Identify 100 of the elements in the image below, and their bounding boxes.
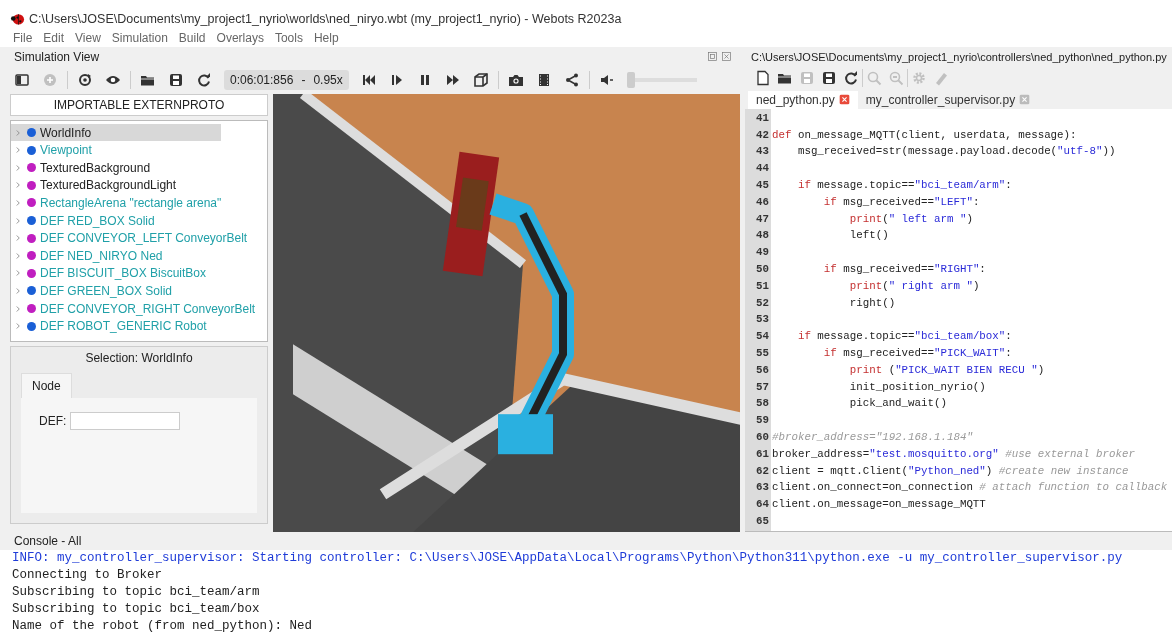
code-line: broker_address="test.mosquitto.org" #use external broker <box>772 446 1135 462</box>
line-number: 48 <box>755 228 770 244</box>
menu-item[interactable]: Help <box>313 31 339 46</box>
tree-item[interactable]: DEF CONVEYOR_RIGHT ConveyorBelt <box>11 299 264 318</box>
line-number: 54 <box>755 329 770 345</box>
tree-item[interactable]: DEF ROBOT_GENERIC Robot <box>11 317 215 335</box>
menu-item[interactable]: Build <box>178 31 206 46</box>
code-line: client = mqtt.Client("Python_ned") #create new instance <box>772 463 1129 479</box>
file-path: C:\Users\JOSE\Documents\my_project1_nyrio\controllers\ned_python\ned_python.py <box>750 49 1168 65</box>
code-line: client.on_connect=on_connection # attach function to callback <box>772 480 1168 496</box>
code-editor[interactable] <box>745 108 1172 532</box>
float-window-icon[interactable] <box>707 51 718 63</box>
console-line: Subscribing to topic bci_team/arm <box>11 584 260 601</box>
tree-item[interactable]: DEF BISCUIT_BOX BiscuitBox <box>11 264 215 283</box>
simulation-time: 0:06:01:856 <box>230 73 294 88</box>
code-line: print(" right arm ") <box>848 278 980 294</box>
line-number: 51 <box>755 278 770 294</box>
line-number: 45 <box>755 177 770 193</box>
tree-item[interactable]: Viewpoint <box>11 141 100 159</box>
console-title: Console - All <box>0 532 1172 550</box>
node-tab[interactable]: Node <box>21 372 72 398</box>
code-line: print ("PICK_WAIT BIEN RECU ") <box>848 362 1045 378</box>
panel-title: Simulation View <box>14 49 100 64</box>
code-line: client.on_message=on_message_MQTT <box>772 497 986 513</box>
line-number: 58 <box>755 396 770 412</box>
new-file-icon[interactable] <box>755 69 771 86</box>
line-number: 41 <box>755 110 770 126</box>
code-line: pick_and_wait() <box>848 396 947 412</box>
console-line: INFO: my_controller_supervisor: Starting controller: C:\Users\JOSE\AppData\Local\Programs\Python\Python311\python.exe -u my_controller_supervisor.py <box>11 550 1123 567</box>
line-number: 59 <box>755 413 770 429</box>
console-line: Subscribing to topic bci_team/box <box>11 601 260 618</box>
save-icon[interactable] <box>821 69 837 86</box>
file-tab[interactable]: ned_python.py <box>748 90 858 109</box>
code-line: if msg_received=="LEFT": <box>822 194 980 210</box>
line-number: 49 <box>755 245 770 261</box>
code-line: if message.topic=="bci_team/box": <box>796 329 1012 345</box>
code-line: #broker_address="192.168.1.184" <box>772 429 973 445</box>
cube-icon[interactable] <box>472 72 489 89</box>
line-number: 55 <box>755 345 770 361</box>
reload-icon[interactable] <box>77 72 93 89</box>
def-input-field[interactable] <box>70 411 181 430</box>
console-line: Connecting to Broker <box>11 567 163 584</box>
code-line: msg_received=str(message.payload.decode("utf-8")) <box>796 144 1116 160</box>
code-line: if msg_received=="PICK_WAIT": <box>822 345 1012 361</box>
robot-scene-drawing[interactable] <box>273 93 740 532</box>
code-line: if msg_received=="RIGHT": <box>822 261 986 277</box>
refresh-icon[interactable] <box>843 69 859 86</box>
line-number: 46 <box>755 194 770 210</box>
menu-item[interactable]: View <box>75 31 101 46</box>
code-line: def on_message_MQTT(client, userdata, message): <box>772 127 1077 143</box>
camera-icon[interactable] <box>507 72 524 89</box>
code-line: left() <box>848 228 889 244</box>
menu-item[interactable]: Edit <box>43 31 65 46</box>
line-number: 61 <box>755 446 770 462</box>
line-number: 57 <box>755 379 770 395</box>
tree-item[interactable]: WorldInfo <box>11 123 221 142</box>
speed-factor: 0.95x <box>313 73 343 88</box>
line-number: 43 <box>755 144 770 160</box>
save-icon[interactable] <box>168 72 184 89</box>
selection-title: Selection: WorldInfo <box>84 349 194 367</box>
line-number: 53 <box>755 312 770 328</box>
tree-item[interactable]: DEF GREEN_BOX Solid <box>11 282 181 300</box>
menu-item[interactable]: Tools <box>274 31 303 46</box>
slider-thumb[interactable] <box>626 72 635 89</box>
code-line: right() <box>848 295 896 311</box>
tree-item[interactable]: DEF CONVEYOR_LEFT ConveyorBelt <box>11 229 256 247</box>
line-number: 42 <box>755 127 770 143</box>
line-number: 44 <box>755 161 770 177</box>
console-line: Name of the robot (from ned_python): Ned <box>11 618 313 635</box>
close-icon[interactable] <box>1019 94 1031 106</box>
tree-item[interactable]: TexturedBackground <box>11 158 159 177</box>
line-number: 62 <box>755 463 770 479</box>
refresh-icon[interactable] <box>196 72 212 89</box>
field-label: DEF: <box>39 413 67 428</box>
tree-item[interactable]: RectangleArena "rectangle arena" <box>11 194 230 212</box>
file-tab[interactable]: my_controller_supervisor.py <box>857 90 1039 109</box>
tree-item[interactable]: DEF NED_NIRYO Ned <box>11 246 171 265</box>
time-separator: - <box>301 73 306 88</box>
line-number: 64 <box>755 497 770 513</box>
panel-toggle-icon[interactable] <box>14 72 30 89</box>
menu-item[interactable]: File <box>13 31 33 46</box>
tree-item[interactable]: DEF RED_BOX Solid <box>11 211 163 230</box>
line-number: 65 <box>755 513 770 529</box>
menu-item[interactable]: Overlays <box>216 31 264 46</box>
window-title: C:\Users\JOSE\Documents\my_project1_nyrio\worlds\ned_niryo.wbt (my_project1_nyrio) - Webots R2023a <box>29 11 622 26</box>
code-line: if message.topic=="bci_team/arm": <box>796 177 1012 193</box>
line-number: 63 <box>755 480 770 496</box>
importable-externproto-button[interactable]: IMPORTABLE EXTERNPROTO <box>10 93 268 116</box>
code-line: init_position_nyrio() <box>848 379 986 395</box>
line-number: 52 <box>755 295 770 311</box>
close-icon[interactable] <box>721 51 732 63</box>
close-icon[interactable] <box>838 94 850 106</box>
line-number: 50 <box>755 261 770 277</box>
code-line: print(" left arm ") <box>848 211 973 227</box>
line-number: 47 <box>755 211 770 227</box>
tree-item[interactable]: TexturedBackgroundLight <box>11 176 185 195</box>
menu-item[interactable]: Simulation <box>111 31 168 46</box>
line-number: 60 <box>755 429 770 445</box>
share-icon[interactable] <box>563 72 580 89</box>
line-number: 56 <box>755 362 770 378</box>
